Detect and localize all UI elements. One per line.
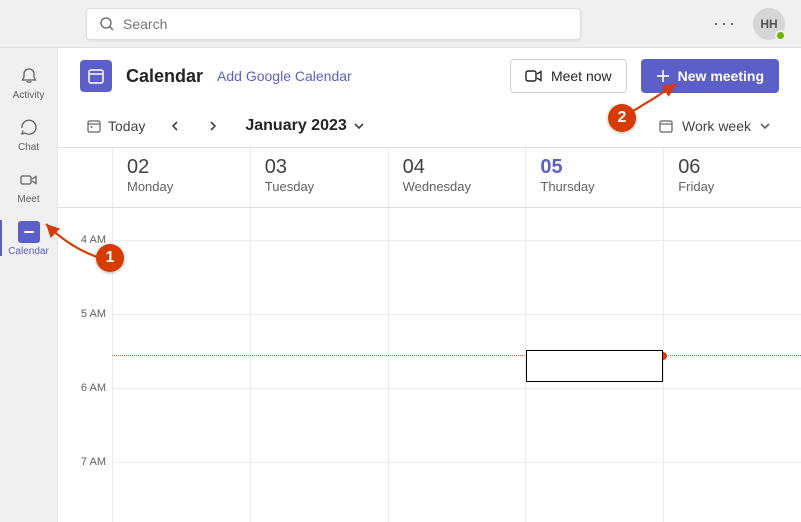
selected-timeslot[interactable] [526,350,663,382]
presence-available-icon [775,30,786,41]
video-icon [17,168,41,192]
day-number: 06 [678,156,787,179]
day-name: Wednesday [403,179,512,194]
day-headers: 02Monday 03Tuesday 04Wednesday 05Thursda… [58,148,801,208]
meet-now-label: Meet now [551,68,612,84]
chevron-down-icon [353,120,365,132]
day-number: 02 [127,156,236,179]
rail-item-label: Activity [13,90,45,101]
today-button[interactable]: Today [80,114,151,138]
day-col-mon[interactable] [112,208,250,522]
top-bar: ··· HH [0,0,801,48]
avatar[interactable]: HH [753,8,785,40]
meet-now-button[interactable]: Meet now [510,59,627,93]
annotation-badge-1: 1 [96,244,124,272]
search-input[interactable] [123,16,568,32]
view-picker[interactable]: Work week [650,114,779,138]
chevron-right-icon [207,120,219,132]
bell-icon [17,64,41,88]
day-name: Monday [127,179,236,194]
calendar-today-icon [86,118,102,134]
time-label: 5 AM [81,308,106,320]
video-icon [525,69,543,83]
month-picker[interactable]: January 2023 [245,117,364,135]
calendar-toolbar: Today January 2023 Work week [58,104,801,148]
main: Calendar Add Google Calendar Meet now Ne… [58,48,801,522]
day-header-fri[interactable]: 06Friday [663,148,801,207]
avatar-initials: HH [760,17,777,31]
chat-icon [17,116,41,140]
time-label: 6 AM [81,382,106,394]
day-header-thu[interactable]: 05Thursday [525,148,663,207]
rail-item-meet[interactable]: Meet [0,160,57,212]
calendar-view-icon [658,118,674,134]
day-number: 05 [540,156,649,179]
next-button[interactable] [199,112,227,140]
today-label: Today [108,118,145,134]
new-meeting-button[interactable]: New meeting [641,59,779,93]
rail-item-label: Calendar [8,246,49,257]
day-header-tue[interactable]: 03Tuesday [250,148,388,207]
month-label: January 2023 [245,117,346,135]
current-time-indicator [112,355,801,356]
day-name: Friday [678,179,787,194]
chevron-left-icon [169,120,181,132]
chevron-down-icon [759,120,771,132]
day-number: 04 [403,156,512,179]
day-header-wed[interactable]: 04Wednesday [388,148,526,207]
day-number: 03 [265,156,374,179]
day-name: Thursday [540,179,649,194]
rail-item-label: Chat [18,142,39,153]
day-col-fri[interactable] [663,208,801,522]
day-col-tue[interactable] [250,208,388,522]
rail-item-chat[interactable]: Chat [0,108,57,160]
day-header-mon[interactable]: 02Monday [112,148,250,207]
rail-item-activity[interactable]: Activity [0,56,57,108]
annotation-badge-2: 2 [608,104,636,132]
app-rail: Activity Chat Meet Calendar [0,48,58,522]
time-label: 4 AM [81,234,106,246]
calendar-grid[interactable]: 4 AM 5 AM 6 AM 7 AM 8 AM [58,208,801,522]
prev-button[interactable] [161,112,189,140]
day-col-wed[interactable] [388,208,526,522]
search-icon [99,16,115,32]
more-icon[interactable]: ··· [713,13,737,34]
search-box[interactable] [86,8,581,40]
day-name: Tuesday [265,179,374,194]
add-google-calendar-link[interactable]: Add Google Calendar [217,68,352,84]
calendar-icon [17,220,41,244]
day-columns [112,208,801,522]
page-header: Calendar Add Google Calendar Meet now Ne… [58,48,801,104]
view-label: Work week [682,118,751,134]
new-meeting-label: New meeting [678,68,764,84]
time-label: 7 AM [81,456,106,468]
day-col-thu[interactable] [525,208,663,522]
plus-icon [656,69,670,83]
page-title: Calendar [126,66,203,87]
rail-item-label: Meet [17,194,39,205]
rail-item-calendar[interactable]: Calendar [0,212,57,264]
calendar-app-icon [80,60,112,92]
